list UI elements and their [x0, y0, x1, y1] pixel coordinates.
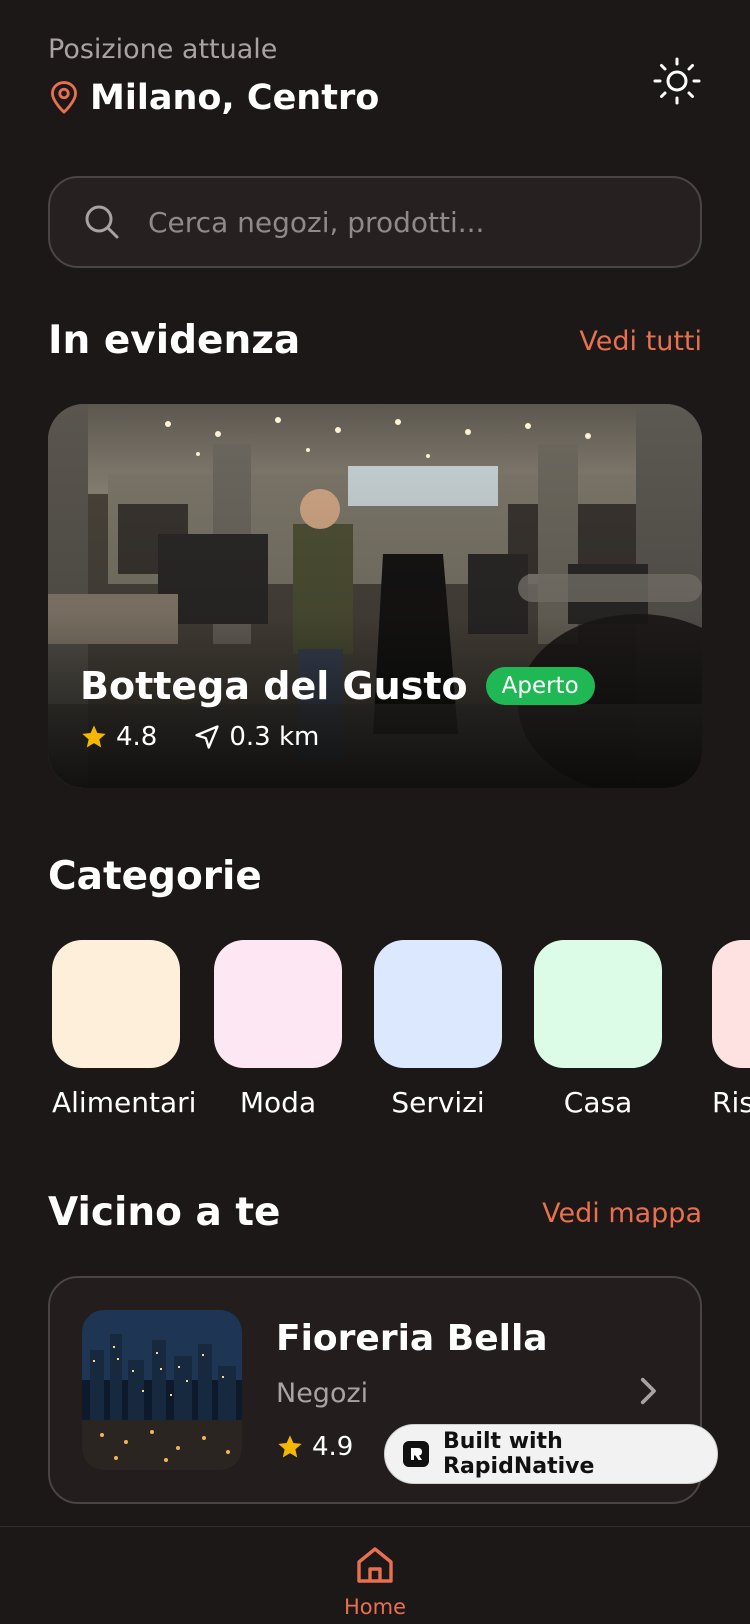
- featured-distance: 0.3 km: [229, 722, 320, 752]
- nearby-rating-value: 4.9: [312, 1432, 354, 1462]
- nearby-rating: 4.9: [276, 1432, 353, 1462]
- search-input[interactable]: [148, 205, 648, 239]
- category-ristoranti[interactable]: Ristoranti: [712, 940, 750, 1119]
- nearby-store-name: Fioreria Bella: [276, 1318, 548, 1359]
- home-icon: [357, 1547, 393, 1583]
- star-icon: [82, 725, 106, 748]
- category-alimentari[interactable]: Alimentari: [52, 940, 197, 1119]
- chevron-right-icon[interactable]: [630, 1374, 664, 1408]
- featured-store-name: Bottega del Gusto: [80, 664, 468, 708]
- featured-store-card[interactable]: Bottega del Gusto Aperto 4.8 0.3 km: [48, 404, 702, 788]
- nav-home[interactable]: Home: [343, 1543, 407, 1619]
- see-map-link[interactable]: Vedi mappa: [542, 1198, 702, 1229]
- category-servizi[interactable]: Servizi: [374, 940, 502, 1119]
- navigation-arrow-icon: [195, 725, 220, 749]
- built-with-label: Built with RapidNative: [443, 1429, 595, 1479]
- nav-home-label: Home: [343, 1595, 406, 1619]
- categories-section-title: Categorie: [48, 854, 262, 899]
- category-label: Casa: [563, 1086, 633, 1119]
- see-all-link[interactable]: Vedi tutti: [579, 326, 702, 357]
- category-tile: [534, 940, 662, 1068]
- category-tile: [52, 940, 180, 1068]
- category-label: Moda: [239, 1086, 317, 1119]
- rapidnative-logo-icon: [403, 1441, 429, 1467]
- category-label: Alimentari: [52, 1086, 197, 1119]
- category-tile: [214, 940, 342, 1068]
- built-with-badge[interactable]: Built with RapidNative: [384, 1424, 718, 1484]
- categories-carousel[interactable]: Alimentari Moda Servizi Casa Ristoranti: [48, 940, 750, 1120]
- category-tile: [712, 940, 750, 1068]
- location-city: Milano, Centro: [90, 78, 380, 118]
- star-icon: [278, 1435, 302, 1458]
- search-bar[interactable]: [48, 176, 702, 268]
- nearby-store-category: Negozi: [276, 1378, 369, 1409]
- location-caption: Posizione attuale: [48, 34, 278, 65]
- nearby-section-title: Vicino a te: [48, 1190, 281, 1235]
- store-thumbnail: [82, 1310, 242, 1470]
- category-moda[interactable]: Moda: [214, 940, 342, 1119]
- app-screen: Posizione attuale Milano, Centro In evid…: [0, 0, 750, 1624]
- category-tile: [374, 940, 502, 1068]
- featured-section-title: In evidenza: [48, 318, 301, 363]
- category-casa[interactable]: Casa: [534, 940, 662, 1119]
- featured-card-info: Bottega del Gusto Aperto 4.8 0.3 km: [80, 664, 595, 752]
- open-status-badge: Aperto: [485, 667, 595, 705]
- category-label: Servizi: [391, 1086, 485, 1119]
- sun-icon[interactable]: [652, 56, 702, 106]
- featured-rating: 4.8: [116, 722, 158, 752]
- location-selector[interactable]: Milano, Centro: [48, 78, 379, 118]
- search-icon: [85, 205, 119, 239]
- bottom-navigation: Home: [0, 1526, 750, 1624]
- category-label: Ristoranti: [712, 1086, 750, 1119]
- map-pin-icon: [51, 81, 77, 114]
